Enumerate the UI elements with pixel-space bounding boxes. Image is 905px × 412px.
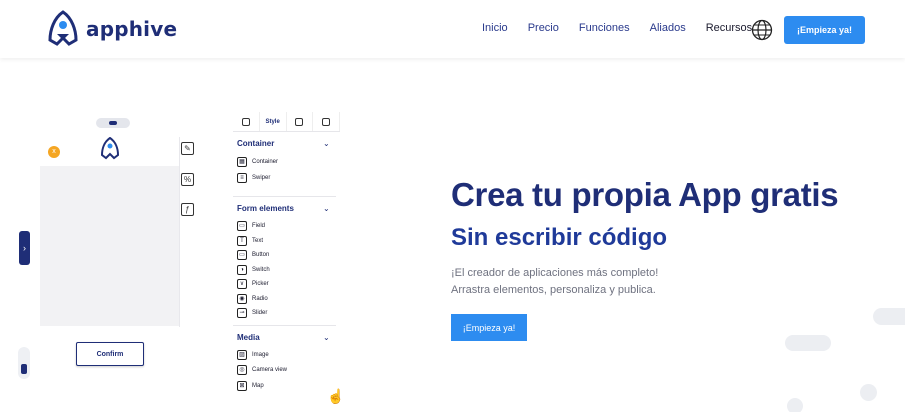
edit-icon[interactable]: ✎ bbox=[181, 142, 194, 155]
element-image[interactable]: ▨ Image bbox=[237, 350, 269, 360]
hand-cursor-icon: ☝ bbox=[327, 388, 345, 404]
element-button[interactable]: ▭ Button bbox=[237, 250, 269, 260]
tab-add[interactable] bbox=[233, 112, 260, 131]
element-label: Slider bbox=[252, 310, 268, 316]
hero-desc-line2: Arrastra elementos, personaliza y public… bbox=[451, 284, 656, 296]
radio-icon: ◉ bbox=[237, 294, 247, 304]
zoom-slider[interactable] bbox=[18, 347, 30, 379]
text-icon: T bbox=[237, 236, 247, 246]
panel-tabs: Style bbox=[233, 112, 340, 132]
phone-canvas[interactable] bbox=[40, 166, 179, 326]
decor-dot bbox=[860, 384, 877, 401]
swiper-icon: ≡ bbox=[237, 173, 247, 183]
map-icon: ⊠ bbox=[237, 381, 247, 391]
nav-funciones[interactable]: Funciones bbox=[579, 22, 630, 34]
chevron-down-icon[interactable]: ⌄ bbox=[323, 333, 330, 342]
element-map[interactable]: ⊠ Map bbox=[237, 381, 264, 391]
section-title-form[interactable]: Form elements bbox=[237, 204, 294, 213]
element-label: Radio bbox=[252, 296, 268, 302]
hero-desc-line1: ¡El creador de aplicaciones más completo… bbox=[451, 267, 659, 279]
element-camera[interactable]: ◎ Camera view bbox=[237, 365, 287, 375]
tab-list[interactable] bbox=[287, 112, 314, 131]
start-now-nav-button[interactable]: ¡Empieza ya! bbox=[784, 16, 865, 44]
rocket-logo-icon bbox=[48, 10, 78, 46]
camera-icon: ◎ bbox=[237, 365, 247, 375]
element-picker[interactable]: ∨ Picker bbox=[237, 279, 269, 289]
element-label: Text bbox=[252, 238, 264, 244]
globe-icon[interactable] bbox=[751, 19, 773, 41]
button-icon: ▭ bbox=[237, 250, 247, 260]
element-field[interactable]: ▭ Field bbox=[237, 221, 265, 231]
image-icon bbox=[322, 117, 331, 126]
element-slider[interactable]: ⊸ Slider bbox=[237, 308, 267, 318]
element-label: Field bbox=[252, 223, 266, 229]
tab-style[interactable]: Style bbox=[260, 112, 287, 131]
field-icon: ▭ bbox=[237, 221, 247, 231]
nav-precio[interactable]: Precio bbox=[528, 22, 559, 34]
list-icon bbox=[295, 117, 304, 126]
divider bbox=[233, 196, 336, 197]
expand-panel-tab[interactable]: › bbox=[19, 231, 30, 265]
chevron-down-icon[interactable]: ⌄ bbox=[323, 204, 330, 213]
element-label: Picker bbox=[252, 281, 269, 287]
nav-recursos[interactable]: Recursos bbox=[706, 22, 752, 34]
elements-panel: Style Container ⌄ ▦ Container ≡ Swiper For… bbox=[233, 112, 340, 404]
function-icon[interactable]: ƒ bbox=[181, 203, 194, 216]
logo-text: apphive bbox=[86, 17, 178, 41]
section-title-media[interactable]: Media bbox=[237, 333, 260, 342]
decor-pill bbox=[873, 308, 905, 325]
decor-dot bbox=[787, 398, 803, 412]
device-toggle[interactable] bbox=[96, 118, 130, 128]
section-title-container[interactable]: Container bbox=[237, 139, 274, 148]
navbar: apphive Inicio Precio Funciones Aliados … bbox=[0, 0, 905, 58]
tab-image[interactable] bbox=[313, 112, 340, 131]
nav-inicio[interactable]: Inicio bbox=[482, 22, 508, 34]
element-switch[interactable]: ◑ Switch bbox=[237, 265, 270, 275]
element-text[interactable]: T Text bbox=[237, 236, 263, 246]
chevron-down-icon[interactable]: ⌄ bbox=[323, 139, 330, 148]
decor-pill bbox=[785, 335, 831, 351]
image-icon: ▨ bbox=[237, 350, 247, 360]
hero-subtitle: Sin escribir código bbox=[451, 224, 668, 251]
element-swiper[interactable]: ≡ Swiper bbox=[237, 173, 270, 183]
hero-description: ¡El creador de aplicaciones más completo… bbox=[451, 265, 658, 299]
add-icon bbox=[241, 117, 250, 126]
close-badge[interactable]: x bbox=[48, 146, 60, 158]
divider bbox=[179, 137, 180, 327]
element-label: Image bbox=[252, 352, 269, 358]
tab-style-label: Style bbox=[265, 118, 280, 125]
slider-icon: ⊸ bbox=[237, 308, 247, 318]
divider bbox=[233, 325, 336, 326]
logo[interactable]: apphive bbox=[44, 10, 177, 48]
percent-icon[interactable]: % bbox=[181, 173, 194, 186]
element-label: Switch bbox=[252, 267, 270, 273]
container-icon: ▦ bbox=[237, 157, 247, 167]
confirm-button[interactable]: Confirm bbox=[76, 342, 144, 366]
element-label: Camera view bbox=[252, 367, 288, 373]
element-label: Map bbox=[252, 383, 264, 389]
switch-icon: ◑ bbox=[237, 265, 247, 275]
main-nav: Inicio Precio Funciones Aliados Recursos bbox=[482, 22, 772, 34]
element-label: Button bbox=[252, 252, 270, 258]
element-label: Swiper bbox=[252, 175, 271, 181]
element-label: Container bbox=[252, 159, 279, 165]
hero-title: Crea tu propia App gratis bbox=[451, 176, 839, 213]
phone-rocket-icon bbox=[100, 137, 120, 160]
element-radio[interactable]: ◉ Radio bbox=[237, 294, 268, 304]
nav-aliados[interactable]: Aliados bbox=[650, 22, 686, 34]
start-now-hero-button[interactable]: ¡Empieza ya! bbox=[451, 314, 527, 341]
picker-icon: ∨ bbox=[237, 279, 247, 289]
element-container[interactable]: ▦ Container bbox=[237, 157, 278, 167]
